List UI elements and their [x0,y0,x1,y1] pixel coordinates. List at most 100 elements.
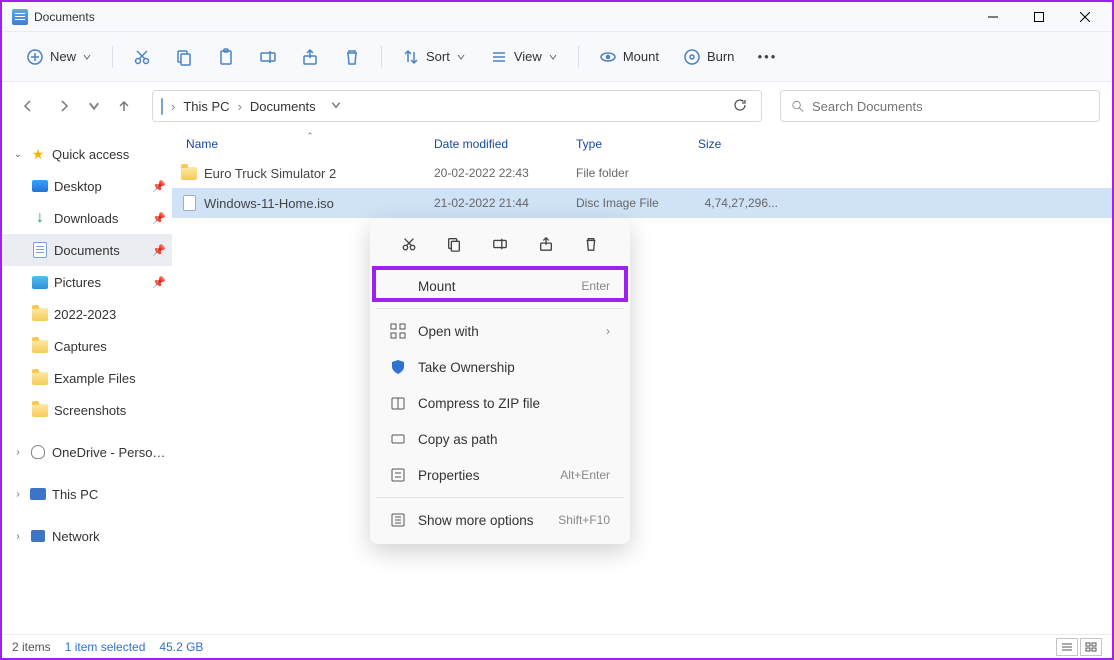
sidebar-network[interactable]: › Network [2,520,172,552]
rename-button[interactable] [249,42,287,72]
title-bar: Documents [2,2,1112,32]
breadcrumb-dropdown[interactable] [324,99,348,114]
sidebar-pictures[interactable]: Pictures 📌 [2,266,172,298]
chevron-right-icon: › [171,99,175,114]
share-button[interactable] [291,42,329,72]
view-button[interactable]: View [480,42,568,72]
sidebar-label: Downloads [54,211,146,226]
ctx-share-button[interactable] [532,230,560,258]
column-name[interactable]: ⌃Name [186,137,434,151]
file-row[interactable]: Euro Truck Simulator 2 20-02-2022 22:43 … [172,158,1112,188]
search-box[interactable] [780,90,1100,122]
ctx-shortcut: Shift+F10 [558,513,610,527]
ctx-compress-zip[interactable]: Compress to ZIP file [376,385,624,421]
maximize-button[interactable] [1016,2,1062,32]
chevron-down-icon [548,52,558,62]
file-row[interactable]: Windows-11-Home.iso 21-02-2022 21:44 Dis… [172,188,1112,218]
pictures-icon [32,274,48,290]
chevron-right-icon: › [12,531,24,542]
folder-icon [32,402,48,418]
view-label: View [514,49,542,64]
ctx-delete-button[interactable] [577,230,605,258]
chevron-right-icon: › [12,447,24,458]
sidebar-this-pc[interactable]: › This PC [2,478,172,510]
sidebar-label: 2022-2023 [54,307,166,322]
column-size[interactable]: Size [698,137,778,151]
ctx-copy-button[interactable] [440,230,468,258]
ctx-rename-button[interactable] [486,230,514,258]
apps-icon [390,323,406,339]
ctx-shortcut: Alt+Enter [560,468,610,482]
more-button[interactable]: ••• [748,42,786,72]
back-button[interactable] [14,92,42,120]
mount-icon [390,278,406,294]
ctx-properties[interactable]: Properties Alt+Enter [376,457,624,493]
sidebar-documents[interactable]: Documents 📌 [2,234,172,266]
search-input[interactable] [812,99,1089,114]
path-icon [390,431,406,447]
sidebar-label: Screenshots [54,403,166,418]
breadcrumb-root[interactable]: This PC [183,99,229,114]
burn-button[interactable]: Burn [673,42,744,72]
minimize-button[interactable] [970,2,1016,32]
folder-icon [32,338,48,354]
sort-button[interactable]: Sort [392,42,476,72]
paste-icon [217,48,235,66]
sidebar-folder[interactable]: Screenshots [2,394,172,426]
ctx-open-with[interactable]: Open with › [376,313,624,349]
zip-icon [390,395,406,411]
pin-icon: 📌 [152,180,166,193]
column-headers: ⌃Name Date modified Type Size [172,130,1112,158]
ctx-more-options[interactable]: Show more options Shift+F10 [376,502,624,538]
properties-icon [390,467,406,483]
window-title: Documents [34,10,95,24]
sidebar-desktop[interactable]: Desktop 📌 [2,170,172,202]
desktop-icon [32,178,48,194]
sidebar-folder[interactable]: 2022-2023 [2,298,172,330]
burn-icon [683,48,701,66]
up-button[interactable] [110,92,138,120]
column-date[interactable]: Date modified [434,137,576,151]
column-type[interactable]: Type [576,137,698,151]
trash-icon [343,48,361,66]
file-date: 20-02-2022 22:43 [434,166,576,180]
sidebar-label: Captures [54,339,166,354]
breadcrumb[interactable]: › This PC › Documents [152,90,762,122]
shield-icon [390,359,406,375]
mount-button[interactable]: Mount [589,42,669,72]
sidebar-onedrive[interactable]: › OneDrive - Personal [2,436,172,468]
close-button[interactable] [1062,2,1108,32]
star-icon: ★ [30,146,46,162]
sidebar-quick-access[interactable]: ⌄ ★ Quick access [2,138,172,170]
share-icon [538,236,554,252]
ctx-mount[interactable]: Mount Enter [376,268,624,304]
forward-button[interactable] [50,92,78,120]
details-view-button[interactable] [1056,638,1078,656]
cut-button[interactable] [123,42,161,72]
delete-button[interactable] [333,42,371,72]
sidebar-folder[interactable]: Captures [2,330,172,362]
sidebar-folder[interactable]: Example Files [2,362,172,394]
sidebar-downloads[interactable]: ↓ Downloads 📌 [2,202,172,234]
recent-button[interactable] [86,92,102,120]
file-pane: ⌃Name Date modified Type Size Euro Truck… [172,130,1112,634]
icons-view-button[interactable] [1080,638,1102,656]
ctx-label: Mount [418,279,569,294]
folder-icon [32,370,48,386]
ctx-shortcut: Enter [581,279,610,293]
pin-icon: 📌 [152,244,166,257]
sidebar-label: Network [52,529,166,544]
breadcrumb-current[interactable]: Documents [250,99,316,114]
ctx-copy-path[interactable]: Copy as path [376,421,624,457]
refresh-button[interactable] [727,98,753,115]
copy-icon [175,48,193,66]
new-label: New [50,49,76,64]
ctx-take-ownership[interactable]: Take Ownership [376,349,624,385]
new-button[interactable]: New [16,42,102,72]
scissors-icon [133,48,151,66]
chevron-right-icon: › [12,489,24,500]
copy-button[interactable] [165,42,203,72]
ctx-cut-button[interactable] [395,230,423,258]
chevron-right-icon: › [238,99,242,114]
paste-button[interactable] [207,42,245,72]
